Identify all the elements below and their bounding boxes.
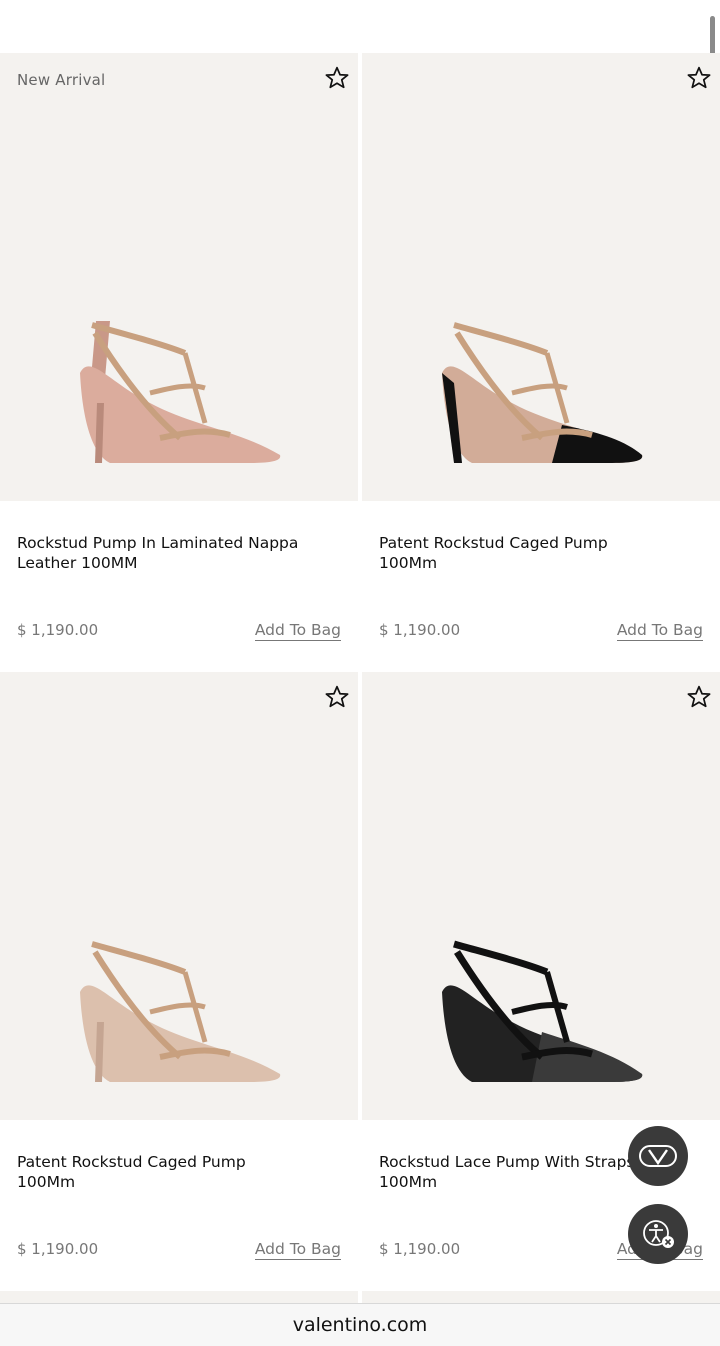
product-name[interactable]: Rockstud Pump In Laminated Nappa Leather… [17, 533, 307, 573]
product-image[interactable] [362, 672, 720, 1120]
product-name[interactable]: Patent Rockstud Caged Pump 100Mm [379, 533, 669, 573]
add-to-bag-button[interactable]: Add To Bag [254, 1240, 341, 1260]
product-name[interactable]: Rockstud Lace Pump With Straps 100Mm [379, 1152, 669, 1192]
next-row-peek [0, 1291, 720, 1303]
shoe-drawing [442, 322, 643, 463]
accessibility-icon [643, 1220, 674, 1248]
shoe-image [442, 322, 643, 463]
product-card[interactable]: New Arrival Rockstud Pump In Laminated N… [0, 53, 358, 672]
domain-label: valentino.com [292, 1314, 428, 1336]
wishlist-star-icon[interactable] [686, 684, 712, 710]
wishlist-star-icon[interactable] [686, 65, 712, 91]
product-card[interactable]: Patent Rockstud Caged Pump 100Mm $ 1,190… [0, 672, 358, 1291]
product-price: $ 1,190.00 [17, 621, 99, 639]
valentino-v-icon [639, 1145, 677, 1167]
wishlist-star-icon[interactable] [324, 65, 350, 91]
product-name[interactable]: Patent Rockstud Caged Pump 100Mm [17, 1152, 307, 1192]
next-product-image [0, 1291, 358, 1303]
add-to-bag-button[interactable]: Add To Bag [616, 621, 703, 641]
wishlist-star-icon[interactable] [324, 684, 350, 710]
shoe-drawing [442, 940, 643, 1082]
shoe-drawing [80, 941, 281, 1082]
shoe-image [80, 321, 281, 463]
shoe-drawing [80, 321, 281, 463]
product-card[interactable]: Patent Rockstud Caged Pump 100Mm $ 1,190… [362, 53, 720, 672]
product-image[interactable] [0, 672, 358, 1120]
new-arrival-label: New Arrival [17, 71, 106, 89]
accessibility-button[interactable] [628, 1204, 688, 1264]
brand-logo-button[interactable] [628, 1126, 688, 1186]
product-price: $ 1,190.00 [17, 1240, 99, 1258]
product-image[interactable]: New Arrival [0, 53, 358, 501]
product-price: $ 1,190.00 [379, 1240, 461, 1258]
product-grid: New Arrival Rockstud Pump In Laminated N… [0, 53, 720, 1291]
add-to-bag-button[interactable]: Add To Bag [254, 621, 341, 641]
product-card[interactable]: Rockstud Lace Pump With Straps 100Mm $ 1… [362, 672, 720, 1291]
next-product-image [362, 1291, 720, 1303]
product-image[interactable] [362, 53, 720, 501]
browser-url-bar[interactable]: valentino.com [0, 1303, 720, 1346]
shoe-image [80, 941, 281, 1082]
product-price: $ 1,190.00 [379, 621, 461, 639]
shoe-image [442, 940, 643, 1082]
